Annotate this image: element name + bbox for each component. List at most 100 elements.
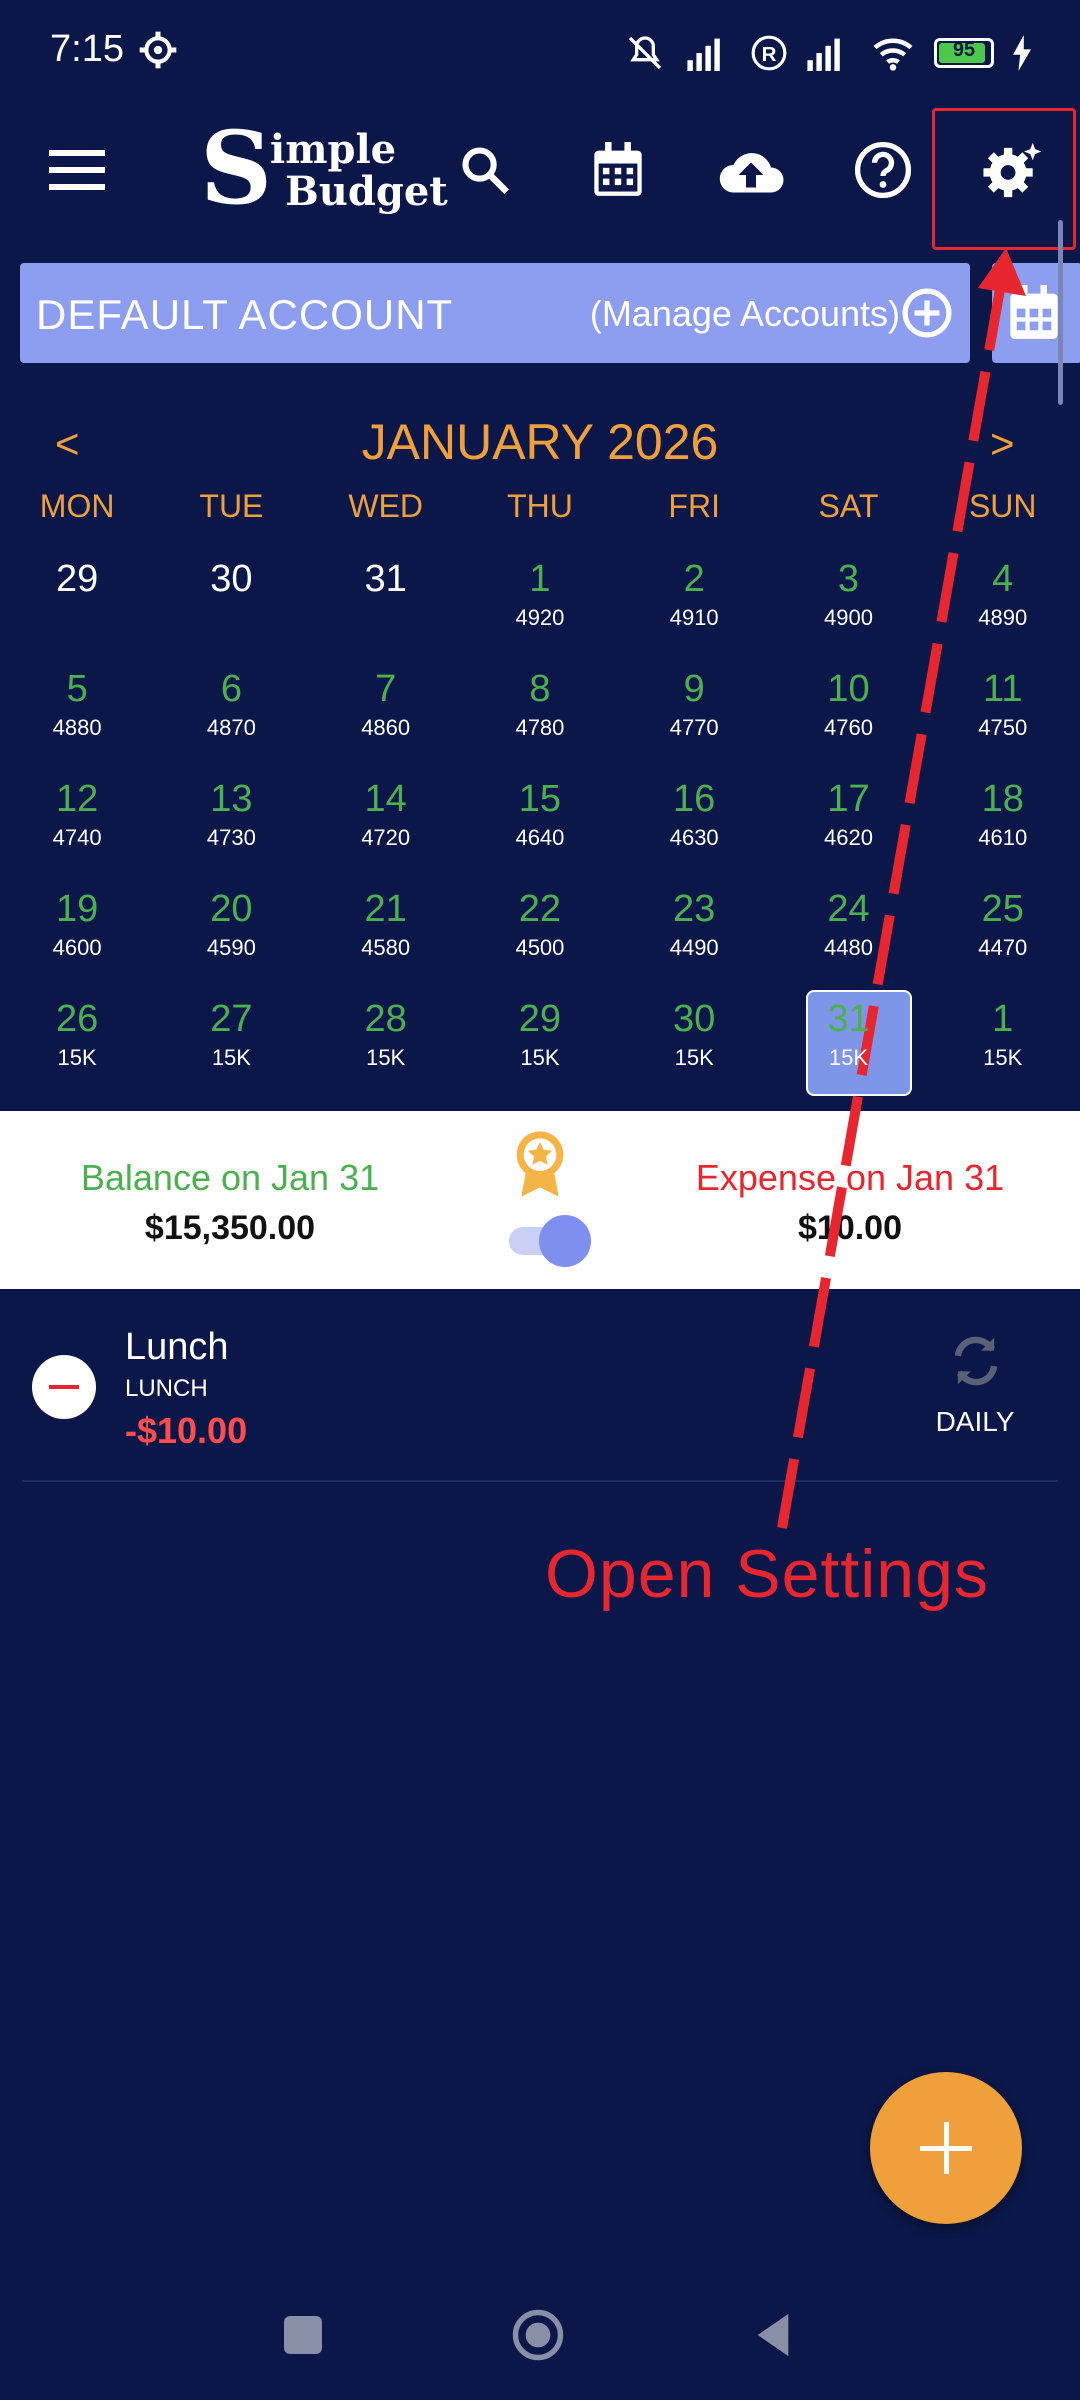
day-number: 28 (364, 998, 407, 1040)
day-number: 20 (210, 888, 253, 930)
calendar-day[interactable]: 17 4620 (771, 768, 925, 878)
calendar-day[interactable]: 22 4500 (463, 878, 617, 988)
day-number: 13 (210, 778, 253, 820)
recents-button[interactable] (284, 2316, 322, 2354)
day-number: 25 (981, 888, 1024, 930)
weekday-label: WED (348, 488, 423, 524)
calendar-day[interactable]: 4 4890 (926, 548, 1080, 658)
day-number: 31 (827, 998, 870, 1040)
day-number: 1 (529, 558, 551, 600)
expense-value: $10.00 (798, 1209, 902, 1247)
day-balance: 4880 (52, 715, 102, 740)
calendar-icon[interactable] (573, 125, 663, 215)
day-balance: 4890 (978, 605, 1028, 630)
calendar-day[interactable]: 25 4470 (926, 878, 1080, 988)
search-icon[interactable] (440, 125, 530, 215)
cloud-upload-icon[interactable] (706, 125, 796, 215)
calendar-day[interactable]: 14 4720 (309, 768, 463, 878)
add-transaction-button[interactable] (870, 2072, 1022, 2224)
status-time: 7:15 (50, 28, 124, 70)
next-month-button[interactable]: > (990, 420, 1015, 468)
svg-text:R: R (762, 43, 777, 66)
menu-icon[interactable] (32, 125, 122, 215)
calendar-day[interactable]: 30 (154, 548, 308, 658)
calendar-day[interactable]: 21 4580 (309, 878, 463, 988)
calendar-day[interactable]: 29 (0, 548, 154, 658)
calendar-day[interactable]: 31 (309, 548, 463, 658)
calendar-day[interactable]: 24 4480 (771, 878, 925, 988)
day-number: 17 (827, 778, 870, 820)
day-balance: 15K (520, 1045, 560, 1070)
calendar-view-button[interactable] (992, 263, 1080, 363)
day-number: 31 (364, 558, 407, 600)
calendar-day[interactable]: 30 15K (617, 988, 771, 1098)
calendar-day[interactable]: 11 4750 (926, 658, 1080, 768)
weekday-header: MON TUE WED THU FRI SAT SUN (0, 488, 1080, 525)
calendar-day[interactable]: 15 4640 (463, 768, 617, 878)
calendar-day[interactable]: 28 15K (309, 988, 463, 1098)
day-number: 6 (220, 668, 242, 710)
divider (22, 1480, 1058, 1482)
calendar-day[interactable]: 16 4630 (617, 768, 771, 878)
balance-expense-toggle[interactable] (505, 1211, 595, 1271)
manage-accounts-link[interactable]: (Manage Accounts) (590, 293, 900, 335)
day-balance: 15K (211, 1045, 251, 1070)
calendar-day[interactable]: 2 4910 (617, 548, 771, 658)
weekday-label: FRI (668, 488, 720, 524)
calendar-day[interactable]: 3 4900 (771, 548, 925, 658)
account-name: DEFAULT ACCOUNT (36, 291, 454, 338)
back-button[interactable] (752, 2312, 794, 2358)
calendar-day[interactable]: 13 4730 (154, 768, 308, 878)
calendar-day[interactable]: 9 4770 (617, 658, 771, 768)
calendar-grid-icon (1010, 285, 1058, 339)
day-balance: 4750 (978, 715, 1028, 740)
day-balance: 4770 (669, 715, 719, 740)
day-balance: 4470 (978, 935, 1028, 960)
expense-minus-icon (32, 1355, 96, 1419)
calendar-day[interactable]: 27 15K (154, 988, 308, 1098)
day-balance: 15K (983, 1045, 1023, 1070)
day-balance: 4910 (669, 605, 719, 630)
battery-icon: 95 (934, 38, 994, 68)
calendar-day[interactable]: 19 4600 (0, 878, 154, 988)
day-balance: 4580 (361, 935, 411, 960)
calendar-day[interactable]: 29 15K (463, 988, 617, 1098)
day-number: 14 (364, 778, 407, 820)
day-balance: 15K (57, 1045, 97, 1070)
day-number: 3 (837, 558, 860, 600)
simple-budget-logo: S imple Budget (200, 109, 448, 227)
calendar-week: 26 15K 27 15K 28 15K 29 15K 30 15K 31 15K 1 15K (0, 988, 1080, 1098)
calendar-day-selected[interactable]: 31 15K (771, 988, 925, 1098)
calendar-day[interactable]: 7 4860 (309, 658, 463, 768)
calendar-day[interactable]: 23 4490 (617, 878, 771, 988)
transaction-row[interactable]: Lunch LUNCH -$10.00 DAILY (0, 1310, 1080, 1480)
calendar-day[interactable]: 5 4880 (0, 658, 154, 768)
home-button[interactable] (511, 2308, 565, 2362)
day-balance: 4620 (823, 825, 873, 850)
calendar-day[interactable]: 26 15K (0, 988, 154, 1098)
calendar-day[interactable]: 6 4870 (154, 658, 308, 768)
calendar-day[interactable]: 10 4760 (771, 658, 925, 768)
day-balance: 15K (674, 1045, 714, 1070)
day-number: 15 (518, 778, 562, 820)
day-balance: 4630 (669, 825, 719, 850)
day-balance: 4760 (823, 715, 873, 740)
day-balance: 4500 (515, 935, 565, 960)
weekday-label: MON (39, 488, 115, 524)
help-icon[interactable] (838, 125, 928, 215)
medal-icon[interactable] (512, 1129, 568, 1199)
calendar-day[interactable]: 12 4740 (0, 768, 154, 878)
account-selector[interactable]: DEFAULT ACCOUNT (Manage Accounts) (20, 263, 970, 363)
day-balance: 4860 (361, 715, 411, 740)
calendar-day[interactable]: 20 4590 (154, 878, 308, 988)
calendar-day[interactable]: 18 4610 (926, 768, 1080, 878)
add-circle-icon[interactable] (902, 288, 952, 338)
prev-month-button[interactable]: < (55, 420, 80, 468)
weekday-label: SUN (968, 488, 1037, 524)
calendar-day[interactable]: 1 4920 (463, 548, 617, 658)
scrollbar[interactable] (1058, 220, 1063, 405)
day-number: 4 (992, 558, 1014, 600)
calendar-week: 19 4600 20 4590 21 4580 22 4500 23 4490 24 4480 25 44… (0, 878, 1080, 988)
calendar-day[interactable]: 8 4780 (463, 658, 617, 768)
calendar-day[interactable]: 1 15K (926, 988, 1080, 1098)
